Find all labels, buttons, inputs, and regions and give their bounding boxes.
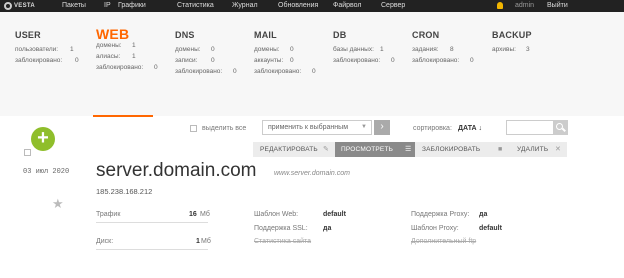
nav-graphs[interactable]: Графики [118,0,146,12]
logo-text: VESTA [14,3,36,9]
stat-row: заблокировано: 0 [15,57,79,64]
sort-selector[interactable]: ДАТА ↓ [458,125,482,132]
stat-row: архивы: 3 [492,46,530,53]
stat-title: CRON [412,30,440,40]
list-icon: ☰ [405,146,412,153]
disk-value: 1 [196,238,200,245]
stat-mail[interactable]: MAIL домены: 0 аккаунты: 0 заблокировано: 0 [254,30,316,77]
nav-ip[interactable]: IP [104,0,111,12]
nav-packages[interactable]: Пакеты [62,0,86,12]
nav-updates[interactable]: Обновления [278,0,318,12]
logout-link[interactable]: Выйти [547,0,568,12]
ssl-label: Поддержка SSL: [254,225,308,232]
stat-row: домены: 0 [254,46,294,53]
view-logs-button[interactable]: ПРОСМОТРЕТЬ ЛОГИ [335,142,415,168]
close-icon: ✕ [555,146,561,153]
stat-row: домены: 1 [96,42,136,49]
proxy-template-label: Шаблон Proxy: [411,225,459,232]
sort-label: сортировка: [413,125,452,132]
stat-row: заблокировано: 0 [333,57,395,64]
stat-row: домены: 0 [175,46,215,53]
stat-cron[interactable]: CRON задания: 8 заблокировано: 0 [412,30,474,66]
lock-icon: ■ [498,146,503,153]
ssl-value: да [323,225,332,232]
stat-row: аккаунты: 0 [254,57,294,64]
traffic-label: Трафик [96,211,121,218]
search-input[interactable] [506,120,554,135]
stat-row: заблокировано: 0 [412,57,474,64]
web-template-value: default [323,211,346,218]
nav-firewall[interactable]: Файрвол [333,0,361,12]
select-all-label[interactable]: выделить все [202,125,246,132]
disk-unit: Мб [201,238,211,245]
extensions-label: Дополнительный ftp [411,238,477,245]
stat-row: заблокировано: 0 [175,68,237,75]
proxy-template-value: default [479,225,502,232]
stat-db[interactable]: DB базы данных: 1 заблокировано: 0 [333,30,395,66]
stat-row: алиасы: 1 [96,53,136,60]
select-all-checkbox[interactable] [190,125,197,132]
stat-title: MAIL [254,30,277,40]
nav-log[interactable]: Журнал [232,0,258,12]
row-checkbox[interactable] [24,149,31,156]
nav-statistics[interactable]: Статистика [177,0,214,12]
stat-row: базы данных: 1 [333,46,384,53]
nav-server[interactable]: Сервер [381,0,405,12]
stat-title: USER [15,30,41,40]
chevron-right-icon: › [380,121,384,132]
stat-backup[interactable]: BACKUP архивы: 3 [492,30,532,55]
proxy-label: Поддержка Proxy: [411,211,470,218]
add-domain-button[interactable]: + [31,127,55,151]
stat-title: BACKUP [492,30,532,40]
disk-bar [96,249,208,250]
apply-button[interactable]: › [374,120,390,135]
stat-row: задания: 8 [412,46,454,53]
star-icon[interactable]: ★ [52,196,64,212]
traffic-bar [96,222,208,223]
stat-title: DB [333,30,347,40]
row-action-bar: РЕДАКТИРОВАТЬ ✎ ПРОСМОТРЕТЬ ЛОГИ ☰ ЗАБЛО… [253,142,567,168]
record-date: 03 июл 2020 [23,168,70,176]
current-user[interactable]: admin [515,0,534,12]
stat-row: пользователи: 1 [15,46,74,53]
top-navigation: VESTA Пакеты IP Графики Статистика Журна… [0,0,624,12]
stat-title: WEB [96,26,130,42]
stats-panel: USER пользователи: 1 заблокировано: 0 WEB … [0,12,624,117]
web-stats-label: Статистика сайта [254,238,312,245]
logo-icon [4,2,12,10]
disk-label: Диск: [96,238,114,245]
plus-icon: + [37,127,49,149]
stat-row: заблокировано: 0 [96,64,158,71]
stat-user[interactable]: USER пользователи: 1 заблокировано: 0 [15,30,79,66]
chevron-down-icon: ▼ [361,124,367,130]
stat-web[interactable]: WEB домены: 1 алиасы: 1 заблокировано: 0 [96,26,158,73]
web-template-label: Шаблон Web: [254,211,299,218]
pencil-icon: ✎ [323,146,329,153]
search-button[interactable] [553,120,568,135]
bell-icon[interactable] [497,2,503,9]
proxy-value: да [479,211,488,218]
traffic-value: 16 [189,211,197,218]
stat-row: заблокировано: 0 [254,68,316,75]
domain-alias: www.server.domain.com [274,170,350,177]
stat-dns[interactable]: DNS домены: 0 записи: 0 заблокировано: 0 [175,30,237,77]
domain-ip: 185.238.168.212 [96,187,153,196]
stat-title: DNS [175,30,195,40]
traffic-unit: Мб [200,211,210,218]
delete-button[interactable]: УДАЛИТЬ [517,142,548,157]
list-toolbar: выделить все применить к выбранным ▼ › с… [0,116,624,142]
domain-name[interactable]: server.domain.com [96,160,257,182]
edit-button[interactable]: РЕДАКТИРОВАТЬ [260,142,318,157]
stat-row: записи: 0 [175,57,215,64]
vesta-logo[interactable]: VESTA [4,2,35,10]
suspend-button[interactable]: ЗАБЛОКИРОВАТЬ [422,142,480,157]
bulk-action-select[interactable]: применить к выбранным ▼ [262,120,372,135]
